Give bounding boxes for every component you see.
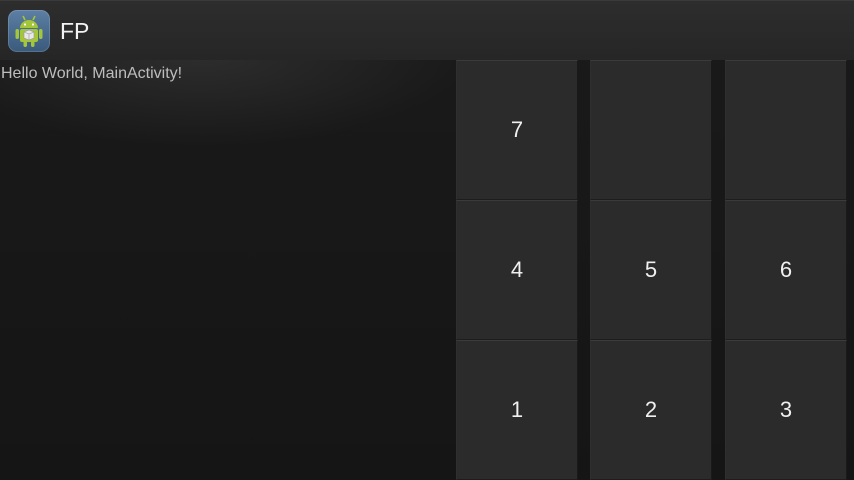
action-bar: FP	[0, 0, 854, 60]
key-3[interactable]: 3	[725, 340, 847, 480]
key-blank-2[interactable]	[725, 60, 847, 200]
key-6[interactable]: 6	[725, 200, 847, 340]
key-blank-1[interactable]	[590, 60, 712, 200]
app-title: FP	[60, 18, 90, 44]
key-1[interactable]: 1	[456, 340, 578, 480]
keypad: 7 4 5 6 1 2 3	[456, 60, 852, 480]
android-app-icon[interactable]	[8, 10, 50, 52]
hello-text: Hello World, MainActivity!	[1, 65, 183, 82]
key-4[interactable]: 4	[456, 200, 578, 340]
key-2[interactable]: 2	[590, 340, 712, 480]
key-7[interactable]: 7	[456, 60, 578, 200]
key-5[interactable]: 5	[590, 200, 712, 340]
